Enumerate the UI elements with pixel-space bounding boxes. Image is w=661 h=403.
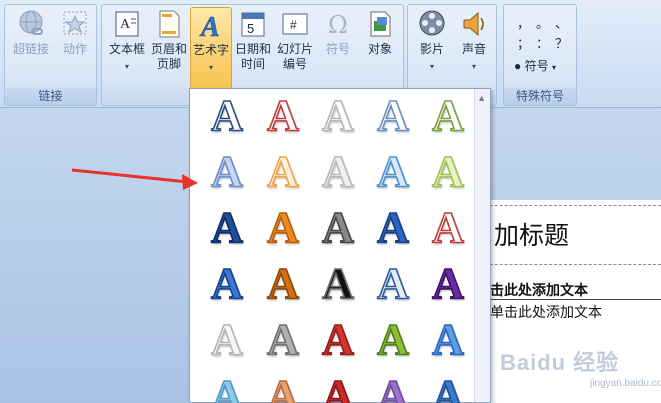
textbox-icon: A	[115, 11, 139, 37]
wordart-style-1-3[interactable]: A	[313, 90, 363, 141]
symbol-enum-comma[interactable]: 、	[552, 13, 571, 33]
svg-text:#: #	[290, 18, 297, 32]
slide-number-label-2: 编号	[282, 57, 307, 71]
wordart-style-3-3[interactable]: A	[313, 202, 363, 253]
movie-label: 影片	[419, 42, 444, 56]
header-footer-icon	[159, 10, 180, 38]
datetime-label-1: 日期和	[234, 42, 271, 56]
symbol-button[interactable]: Ω 符号	[318, 7, 358, 57]
special-symbol-grid: ，。、 ；：？	[514, 13, 572, 53]
wordart-dropdown-icon[interactable]: ▾	[191, 60, 231, 75]
wordart-gallery: ▲ AAAAAAAAAAAAAAAAAAAAAAAAAAAAAA	[189, 88, 491, 403]
wordart-style-1-5[interactable]: A	[423, 90, 473, 141]
wordart-style-6-1[interactable]: A	[202, 370, 252, 403]
wordart-style-5-1[interactable]: A	[202, 314, 252, 365]
wordart-style-5-2[interactable]: A	[258, 314, 308, 365]
wordart-style-1-2[interactable]: A	[258, 90, 308, 141]
sound-dropdown-icon[interactable]: ▾	[454, 59, 494, 74]
gallery-scrollbar[interactable]: ▲	[474, 89, 490, 402]
body-divider	[490, 299, 661, 300]
omega-icon: Ω	[328, 11, 348, 39]
action-icon	[63, 11, 87, 35]
slide-number-label-1: 幻灯片	[276, 42, 313, 56]
symbol-semicolon[interactable]: ；	[514, 33, 533, 53]
wordart-style-1-4[interactable]: A	[368, 90, 418, 141]
wordart-style-2-4[interactable]: A	[368, 146, 418, 197]
speaker-icon	[463, 11, 484, 37]
datetime-label-2: 时间	[240, 57, 265, 71]
action-button[interactable]: 动作	[57, 7, 93, 57]
svg-text:A: A	[199, 12, 220, 40]
wordart-style-4-5[interactable]: A	[423, 258, 473, 309]
links-group: 超链接 动作 链接	[4, 4, 97, 106]
film-reel-icon	[419, 10, 445, 36]
wordart-style-5-5[interactable]: A	[423, 314, 473, 365]
symbol-period[interactable]: 。	[533, 13, 552, 33]
wordart-style-3-5[interactable]: A	[423, 202, 473, 253]
svg-text:5: 5	[247, 21, 254, 36]
wordart-style-4-3[interactable]: A	[313, 258, 363, 309]
red-annotation-arrow	[71, 168, 198, 190]
symbol-label: 符号	[325, 42, 350, 56]
wordart-style-3-4[interactable]: A	[368, 202, 418, 253]
special-symbol-button-label: 符号	[524, 59, 549, 73]
movie-dropdown-icon[interactable]: ▾	[412, 59, 452, 74]
calendar-icon: 5	[241, 12, 265, 37]
hyperlink-label: 超链接	[12, 42, 49, 56]
hyperlink-button[interactable]: 超链接	[11, 7, 51, 57]
sound-button[interactable]: 声音 ▾	[454, 7, 494, 74]
slide-number-icon: #	[282, 13, 308, 35]
object-button[interactable]: 对象	[360, 7, 400, 57]
wordart-style-4-4[interactable]: A	[368, 258, 418, 309]
wordart-style-2-5[interactable]: A	[423, 146, 473, 197]
wordart-style-2-3[interactable]: A	[313, 146, 363, 197]
textbox-button[interactable]: A 文本框 ▾	[106, 7, 148, 74]
hyperlink-icon	[19, 10, 43, 35]
wordart-style-6-2[interactable]: A	[258, 370, 308, 403]
watermark-url: jingyan.baidu.com	[590, 378, 661, 389]
wordart-style-1-1[interactable]: A	[202, 90, 252, 141]
wordart-style-6-4[interactable]: A	[368, 370, 418, 403]
special-symbol-dropdown-icon: ▾	[551, 63, 556, 72]
object-icon	[370, 11, 391, 37]
wordart-style-2-2[interactable]: A	[258, 146, 308, 197]
special-symbol-button[interactable]: ● 符号 ▾	[514, 57, 556, 74]
wordart-button[interactable]: A 艺术字 ▾	[190, 7, 232, 89]
special-symbols-group-label: 特殊符号	[504, 88, 576, 105]
wordart-icon: A	[199, 12, 220, 40]
svg-text:A: A	[120, 17, 131, 32]
header-footer-label-1: 页眉和	[150, 42, 187, 56]
action-label: 动作	[62, 42, 87, 56]
body-placeholder-text[interactable]: 击此处添加文本	[490, 280, 588, 300]
symbol-question[interactable]: ？	[552, 33, 571, 53]
special-symbols-group: ，。、 ；：？ ● 符号 ▾ 特殊符号	[503, 4, 577, 106]
wordart-style-3-1[interactable]: A	[202, 202, 252, 253]
symbol-bullet-icon: ●	[514, 59, 522, 73]
movie-button[interactable]: 影片 ▾	[412, 7, 452, 74]
wordart-style-5-3[interactable]: A	[313, 314, 363, 365]
wordart-style-4-1[interactable]: A	[202, 258, 252, 309]
body-placeholder-text-2[interactable]: 单击此处添加文本	[490, 302, 602, 322]
object-label: 对象	[367, 42, 392, 56]
header-footer-label-2: 页脚	[156, 57, 181, 71]
wordart-style-4-2[interactable]: A	[258, 258, 308, 309]
sound-label: 声音	[461, 42, 486, 56]
datetime-button[interactable]: 5 日期和 时间	[234, 7, 272, 72]
wordart-label: 艺术字	[192, 43, 229, 57]
links-group-label: 链接	[5, 88, 96, 105]
slide-number-button[interactable]: # 幻灯片 编号	[274, 7, 316, 72]
wordart-style-6-5[interactable]: A	[423, 370, 473, 403]
scroll-up-arrow-icon[interactable]: ▲	[477, 93, 486, 103]
svg-text:Ω: Ω	[328, 11, 348, 39]
wordart-style-3-2[interactable]: A	[258, 202, 308, 253]
wordart-style-5-4[interactable]: A	[368, 314, 418, 365]
header-footer-button[interactable]: 页眉和 页脚	[150, 7, 188, 72]
symbol-comma[interactable]: ，	[514, 13, 533, 33]
watermark-logo: Baidu 经验	[500, 350, 620, 375]
symbol-colon[interactable]: ：	[533, 33, 552, 53]
textbox-label: 文本框	[108, 42, 145, 56]
title-placeholder-text: 加标题	[494, 221, 570, 250]
textbox-dropdown-icon[interactable]: ▾	[106, 59, 148, 74]
wordart-style-6-3[interactable]: A	[313, 370, 363, 403]
